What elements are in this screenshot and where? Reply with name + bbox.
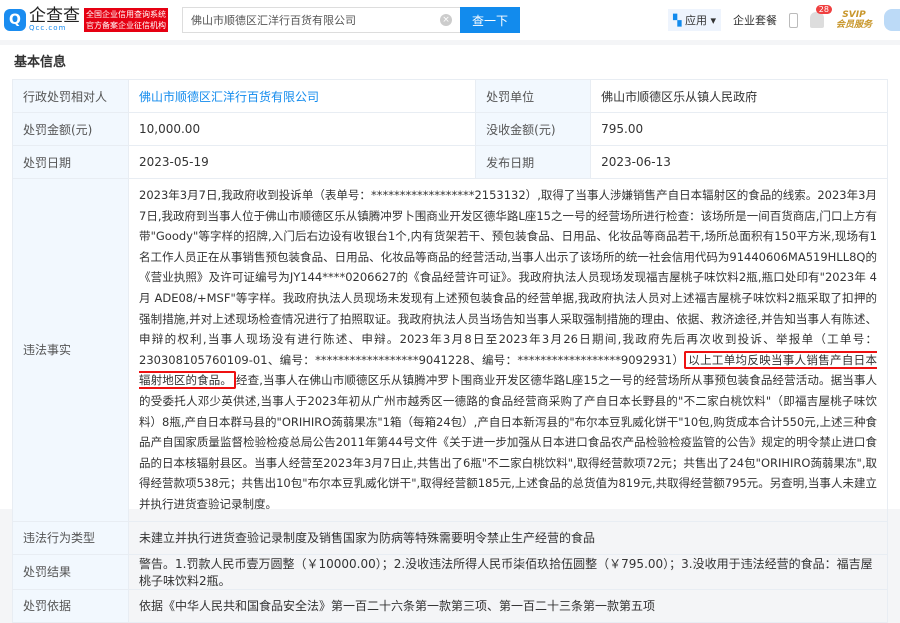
type-label: 违法行为类型 [12, 520, 129, 555]
unit-label: 处罚单位 [475, 79, 592, 113]
enterprise-package-link[interactable]: 企业套餐 [733, 12, 777, 28]
publish-label: 发布日期 [475, 145, 592, 179]
confiscation-value: 795.00 [590, 112, 888, 146]
clear-icon[interactable]: × [440, 14, 452, 26]
search-value: 佛山市顺德区汇洋行百货有限公司 [191, 14, 356, 27]
date-label: 处罚日期 [12, 145, 129, 179]
apps-label: 应用 [684, 14, 707, 27]
logo-name: 企查查 [29, 6, 80, 26]
result-value: 警告。1.罚款人民币壹万圆整（￥10000.00）；2.没收违法所得人民币柒佰玖… [128, 553, 888, 590]
logo-domain: Qcc.com [29, 24, 67, 32]
result-label: 处罚结果 [12, 553, 129, 590]
party-label: 行政处罚相对人 [12, 79, 129, 113]
avatar[interactable] [884, 9, 900, 31]
bell-icon[interactable]: 28 [809, 5, 832, 28]
facts-text: 2023年3月7日,我政府收到投诉单（表单号：*****************… [139, 188, 877, 367]
official-badge: 全国企业信用查询系统 官方备案企业征信机构 [84, 8, 168, 32]
search-button[interactable]: 查一下 [460, 7, 520, 33]
basis-value: 依据《中华人民共和国食品安全法》第一百二十六条第一款第三项、第一百二十三条第一款… [128, 588, 888, 623]
facts-value: 2023年3月7日,我政府收到投诉单（表单号：*****************… [128, 178, 888, 522]
svip-sub: 会员服务 [835, 20, 872, 30]
search-input[interactable]: 佛山市顺德区汇洋行百货有限公司 × [182, 7, 460, 33]
logo-icon: Q [4, 9, 26, 31]
fine-label: 处罚金额(元) [12, 112, 129, 146]
badge-line1: 全国企业信用查询系统 [86, 10, 166, 19]
svip-label: SVIP [842, 10, 866, 20]
type-value: 未建立并执行进货查验记录制度及销售国家为防病等特殊需要明令禁止生产经营的食品 [128, 520, 888, 555]
unit-value: 佛山市顺德区乐从镇人民政府 [590, 79, 888, 113]
confiscation-label: 没收金额(元) [475, 112, 592, 146]
svip-button[interactable]: SVIP 会员服务 [836, 10, 872, 30]
facts-text-continued: 经查,当事人在佛山市顺德区乐从镇腾冲罗卜围商业开发区德华路L座15之一号的经营场… [139, 373, 877, 511]
badge-line2: 官方备案企业征信机构 [86, 21, 166, 30]
phone-icon[interactable] [788, 12, 798, 28]
basic-info-section: 基本信息 行政处罚相对人 佛山市顺德区汇洋行百货有限公司 处罚单位 佛山市顺德区乐从镇… [0, 45, 900, 623]
top-bar: Q 企查查 Qcc.com 全国企业信用查询系统 官方备案企业征信机构 佛山市顺德区… [0, 0, 900, 40]
grid-icon: ▚ [672, 14, 682, 27]
logo[interactable]: Q 企查查 Qcc.com 全国企业信用查询系统 官方备案企业征信机构 [4, 8, 168, 32]
party-link[interactable]: 佛山市顺德区汇洋行百货有限公司 [127, 79, 477, 113]
apps-menu[interactable]: ▚ 应用 ▾ [667, 9, 721, 31]
publish-value: 2023-06-13 [590, 145, 888, 179]
date-value: 2023-05-19 [127, 145, 477, 179]
section-title: 基本信息 [14, 55, 67, 70]
basis-label: 处罚依据 [12, 588, 129, 623]
notification-count: 28 [815, 5, 832, 14]
facts-label: 违法事实 [12, 178, 129, 522]
fine-value: 10,000.00 [127, 112, 477, 146]
penalty-table: 行政处罚相对人 佛山市顺德区汇洋行百货有限公司 处罚单位 佛山市顺德区乐从镇人民政府 … [12, 79, 888, 623]
